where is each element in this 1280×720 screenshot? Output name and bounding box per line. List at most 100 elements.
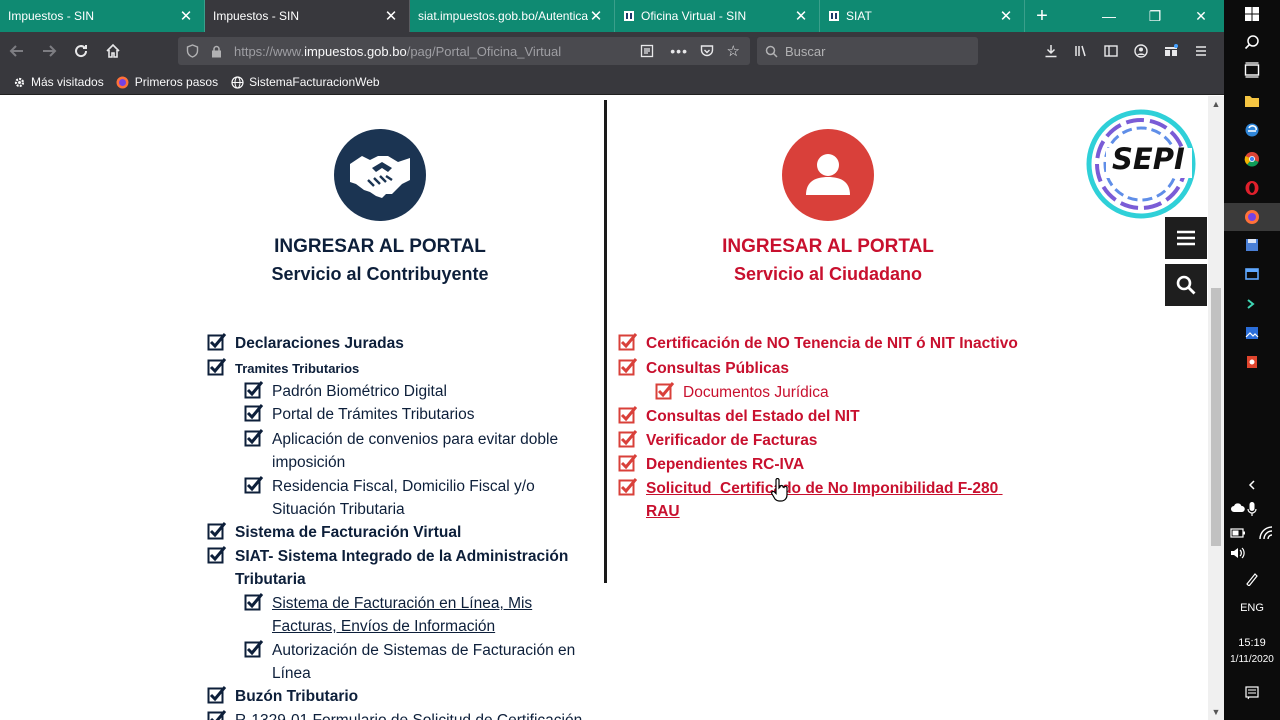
notifications-icon[interactable] — [1224, 679, 1280, 707]
right-portal-subtitle[interactable]: Servicio al Ciudadano — [628, 264, 1028, 285]
windows-start-icon[interactable] — [1224, 0, 1280, 28]
browser-tab-1[interactable]: Impuestos - SIN ✕ — [0, 0, 205, 32]
save-app-icon[interactable] — [1224, 231, 1280, 259]
navigation-toolbar: https://www.impuestos.gob.bo/pag/Portal_… — [0, 32, 1224, 70]
pen-icon[interactable] — [1224, 565, 1280, 593]
scroll-up-arrow-icon[interactable]: ▲ — [1208, 96, 1224, 112]
list-item[interactable]: Solicitud Certificado de No Imponibilida… — [618, 477, 1018, 523]
bookmark-label: Más visitados — [31, 75, 104, 89]
address-bar[interactable]: https://www.impuestos.gob.bo/pag/Portal_… — [178, 37, 750, 65]
list-item[interactable]: Tramites Tributarios — [207, 357, 359, 380]
sub-list-item[interactable]: Aplicación de convenios para evitar dobl… — [244, 428, 594, 474]
item-label: Certificación de NO Tenencia de NIT ó NI… — [646, 335, 1018, 352]
onedrive-icon[interactable] — [1224, 494, 1252, 522]
checkbox-checked-icon — [207, 358, 227, 376]
new-tab-icon[interactable]: + — [1025, 0, 1059, 32]
clock-date[interactable]: 1/11/2020 — [1224, 654, 1280, 665]
edge-icon[interactable] — [1224, 116, 1280, 144]
chrome-icon[interactable] — [1224, 145, 1280, 173]
left-portal-title[interactable]: INGRESAR AL PORTAL — [180, 236, 580, 258]
globe-icon — [230, 75, 244, 89]
user-icon[interactable] — [782, 129, 874, 221]
checkbox-checked-icon — [244, 404, 264, 422]
search-icon[interactable] — [1224, 28, 1280, 56]
list-item[interactable]: Sistema de Facturación Virtual — [207, 521, 461, 544]
bookmark-facturacion-web[interactable]: SistemaFacturacionWeb — [230, 75, 380, 89]
sub-list-item[interactable]: Sistema de Facturación en Línea, Mis Fac… — [244, 592, 564, 638]
file-explorer-icon[interactable] — [1224, 87, 1280, 115]
clock-time[interactable]: 15:19 — [1224, 637, 1280, 649]
list-item[interactable]: Buzón Tributario — [207, 685, 358, 708]
wifi-icon[interactable] — [1252, 519, 1280, 547]
library-icon[interactable] — [1066, 36, 1096, 66]
hamburger-menu-button[interactable] — [1165, 217, 1207, 259]
list-item[interactable]: Consultas Públicas — [618, 357, 789, 380]
bookmark-star-icon[interactable]: ☆ — [727, 42, 740, 60]
sub-list-item[interactable]: Portal de Trámites Tributarios — [244, 403, 574, 426]
language-indicator[interactable]: ENG — [1224, 602, 1280, 614]
photos-app-icon[interactable] — [1224, 319, 1280, 347]
left-portal-subtitle[interactable]: Servicio al Contribuyente — [180, 264, 580, 285]
reload-icon[interactable] — [66, 36, 96, 66]
search-button[interactable] — [1165, 264, 1207, 306]
handshake-icon[interactable] — [334, 129, 426, 221]
search-box[interactable]: Buscar — [757, 37, 978, 65]
list-item[interactable]: Declaraciones Juradas — [207, 332, 404, 355]
list-item[interactable]: Certificación de NO Tenencia de NIT ó NI… — [618, 332, 1018, 355]
pocket-icon[interactable] — [700, 44, 714, 58]
browser-tab-5[interactable]: SIAT ✕ — [820, 0, 1025, 32]
scroll-down-arrow-icon[interactable]: ▼ — [1208, 704, 1224, 720]
bookmark-most-visited[interactable]: Más visitados — [12, 75, 104, 89]
scrollbar-thumb[interactable] — [1211, 288, 1221, 546]
reader-view-icon[interactable] — [640, 44, 654, 58]
list-item[interactable]: Verificador de Facturas — [618, 429, 817, 452]
item-label: Consultas del Estado del NIT — [646, 408, 860, 425]
browser-tab-2[interactable]: Impuestos - SIN ✕ — [205, 0, 410, 32]
right-portal-title[interactable]: INGRESAR AL PORTAL — [628, 236, 1028, 258]
page-actions-icon[interactable]: ••• — [670, 43, 688, 59]
extensions-icon[interactable] — [1156, 36, 1186, 66]
close-tab-icon[interactable]: ✕ — [998, 7, 1014, 25]
sidebar-toggle-icon[interactable] — [1096, 36, 1126, 66]
close-tab-icon[interactable]: ✕ — [793, 7, 809, 25]
browser-tab-3[interactable]: siat.impuestos.gob.bo/Autenticac ✕ — [410, 0, 615, 32]
item-link[interactable]: Sistema de Facturación en Línea, Mis Fac… — [272, 592, 564, 638]
vertical-scrollbar[interactable]: ▲ ▼ — [1208, 96, 1224, 720]
sub-list-item[interactable]: Documentos Jurídica — [655, 381, 829, 404]
firefox-icon[interactable] — [1224, 203, 1280, 231]
browser-tab-4[interactable]: Oficina Virtual - SIN ✕ — [615, 0, 820, 32]
restore-icon[interactable]: ❐ — [1132, 0, 1178, 32]
close-window-icon[interactable]: ✕ — [1178, 0, 1224, 32]
window-app-icon[interactable] — [1224, 260, 1280, 288]
task-view-icon[interactable] — [1224, 56, 1280, 84]
menu-icon[interactable] — [1186, 36, 1216, 66]
checkbox-checked-icon — [207, 333, 227, 351]
opera-icon[interactable] — [1224, 174, 1280, 202]
minimize-icon[interactable]: — — [1086, 0, 1132, 32]
item-link[interactable]: Solicitud Certificado de No Imponibilida… — [646, 477, 1018, 523]
bookmark-first-steps[interactable]: Primeros pasos — [116, 75, 218, 89]
list-item[interactable]: SIAT- Sistema Integrado de la Administra… — [207, 545, 592, 591]
forward-icon[interactable] — [34, 36, 64, 66]
list-item[interactable]: Consultas del Estado del NIT — [618, 405, 860, 428]
back-icon[interactable] — [2, 36, 32, 66]
office-app-icon[interactable] — [1224, 348, 1280, 376]
window-controls: — ❐ ✕ — [1086, 0, 1224, 32]
list-item[interactable]: R-1329-01 Formulario de Solicitud de Cer… — [207, 709, 582, 720]
account-icon[interactable] — [1126, 36, 1156, 66]
lock-icon[interactable] — [206, 45, 226, 58]
terminal-app-icon[interactable] — [1224, 290, 1280, 318]
sub-list-item[interactable]: Autorización de Sistemas de Facturación … — [244, 639, 589, 685]
home-icon[interactable] — [98, 36, 128, 66]
sub-list-item[interactable]: Padrón Biométrico Digital — [244, 380, 574, 403]
tab-title: siat.impuestos.gob.bo/Autenticac — [418, 9, 588, 23]
close-tab-icon[interactable]: ✕ — [383, 7, 399, 25]
close-tab-icon[interactable]: ✕ — [178, 7, 194, 25]
downloads-icon[interactable] — [1036, 36, 1066, 66]
volume-icon[interactable] — [1224, 539, 1252, 567]
close-tab-icon[interactable]: ✕ — [588, 7, 604, 25]
shield-icon[interactable] — [178, 44, 206, 58]
sub-list-item[interactable]: Residencia Fiscal, Domicilio Fiscal y/o … — [244, 475, 574, 521]
bookmark-label: SistemaFacturacionWeb — [249, 75, 380, 89]
list-item[interactable]: Dependientes RC-IVA — [618, 453, 804, 476]
